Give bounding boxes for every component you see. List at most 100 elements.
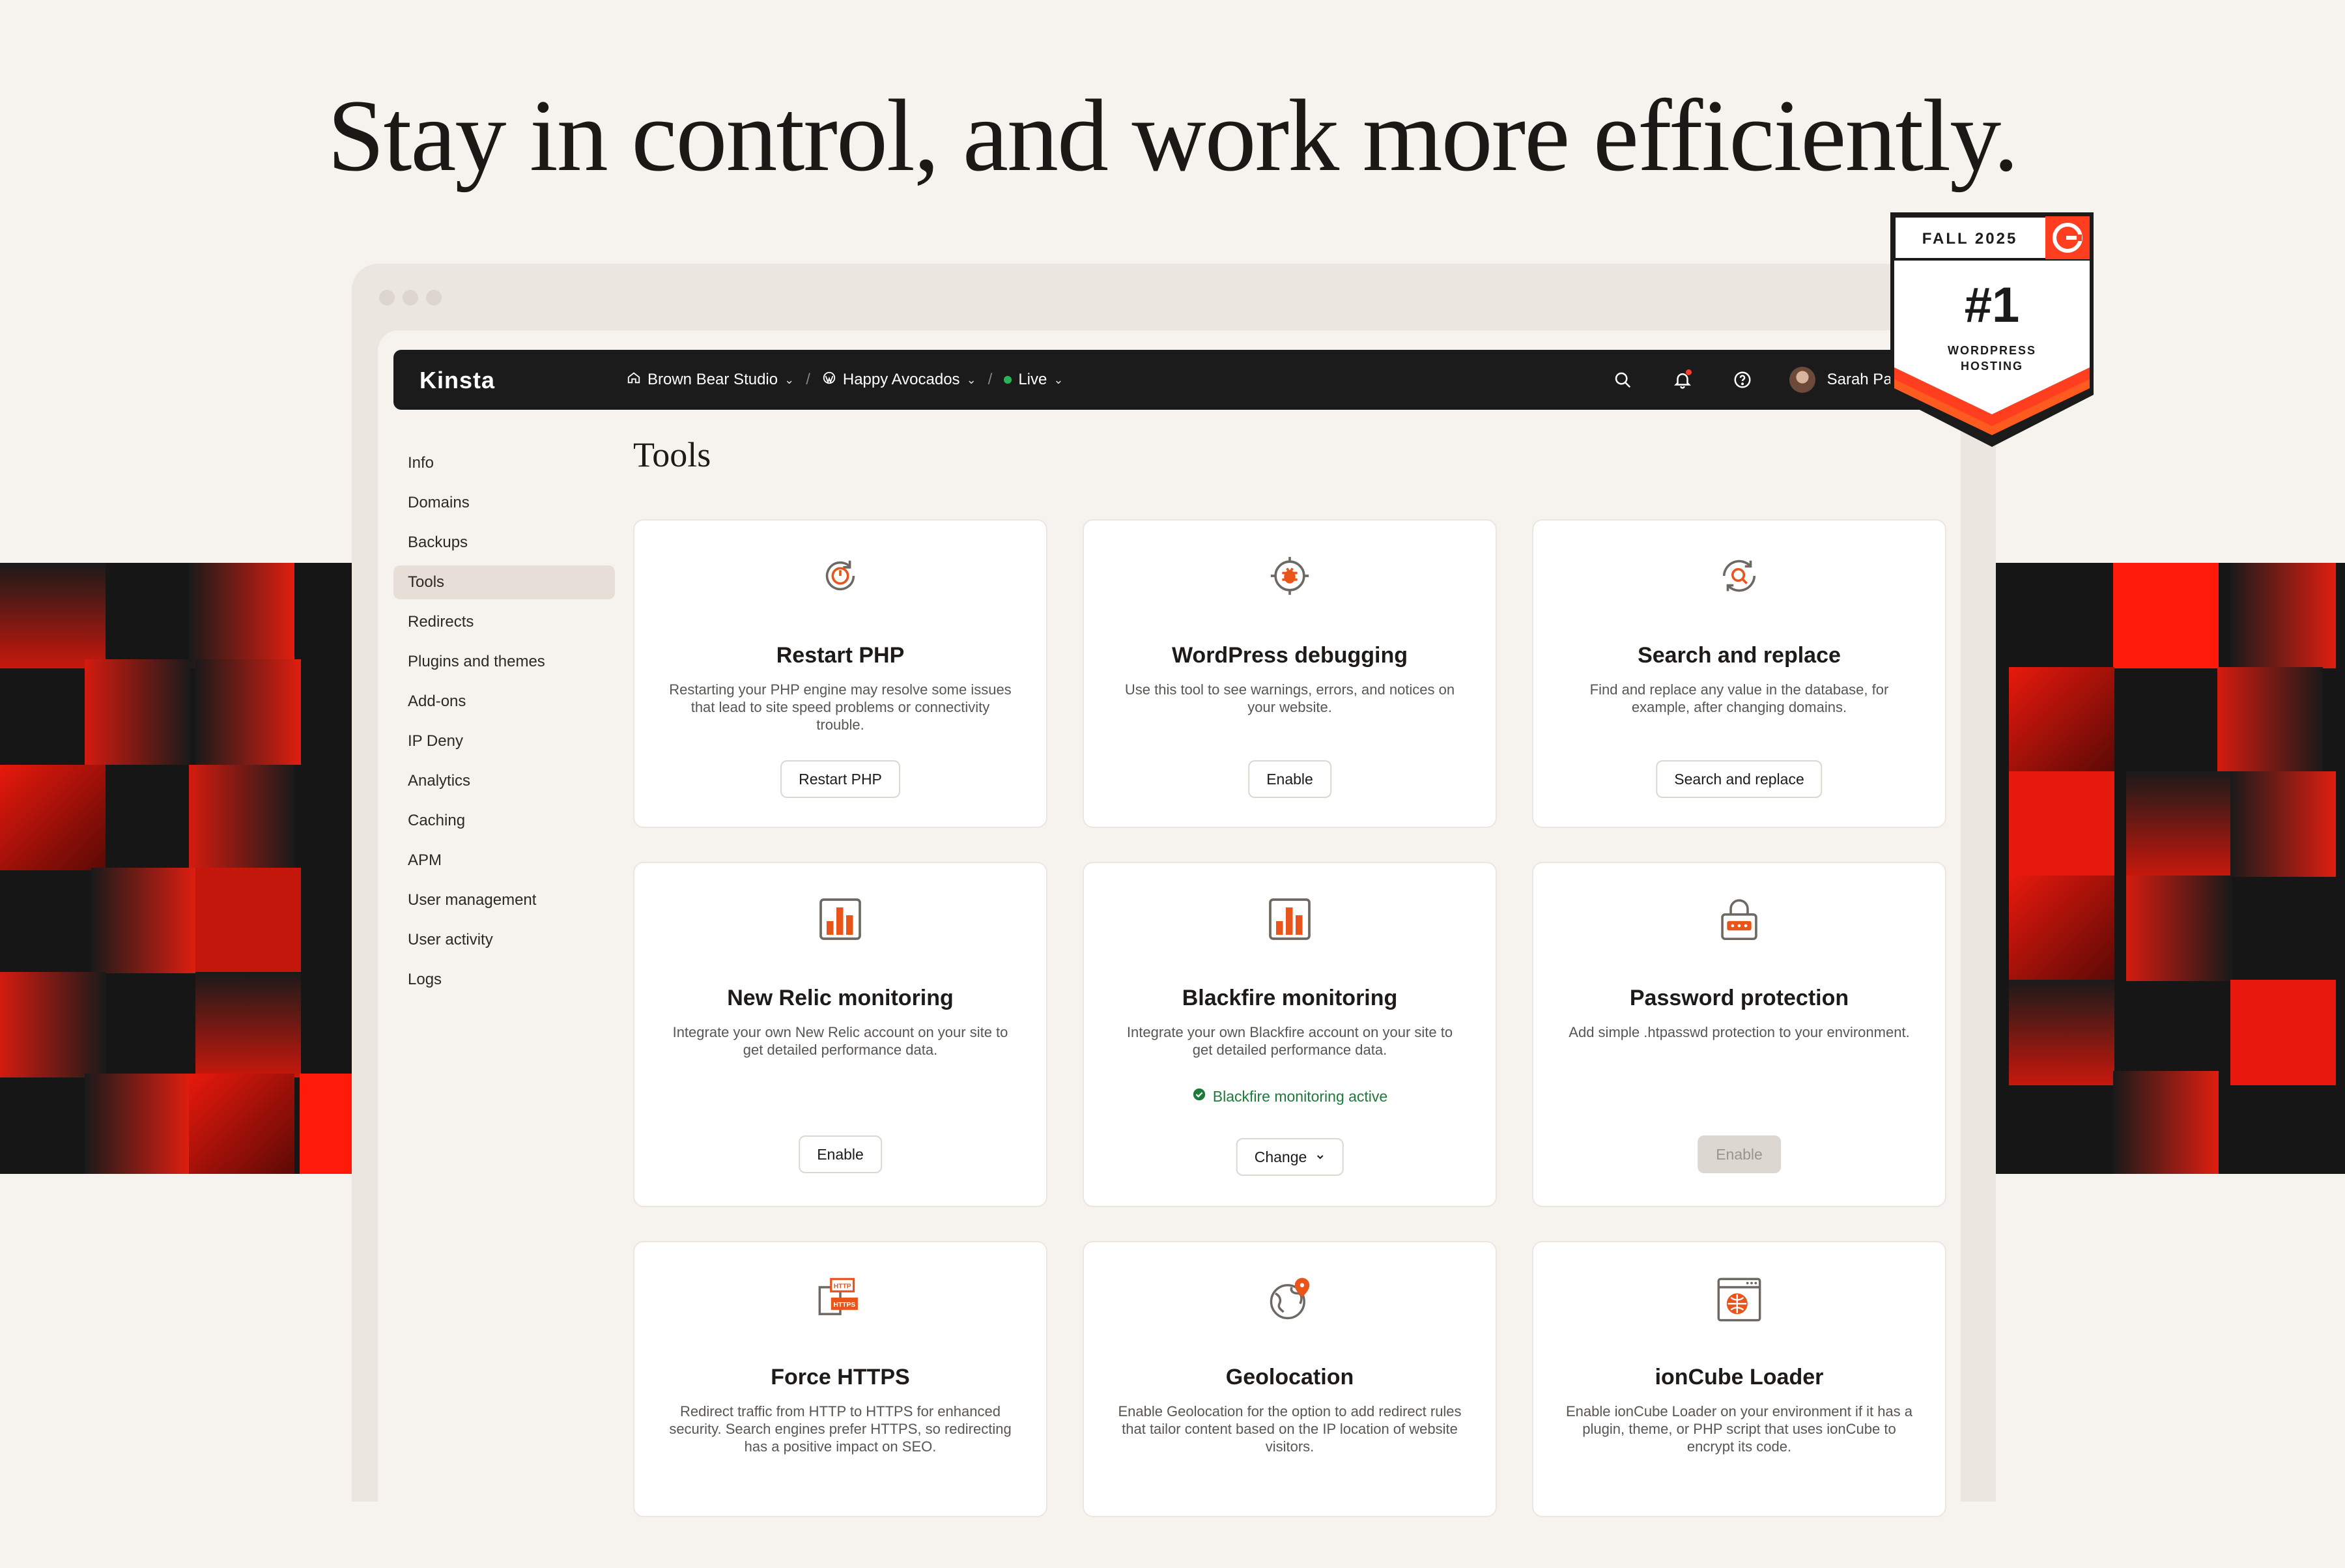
decorative-band-left	[0, 563, 352, 1174]
enable-new-relic-button[interactable]: Enable	[799, 1135, 882, 1173]
sidebar-item-redirects[interactable]: Redirects	[393, 605, 615, 639]
http-label: HTTP	[834, 1283, 851, 1290]
breadcrumb-separator: /	[806, 371, 810, 388]
enable-password-protection-button[interactable]: Enable	[1698, 1135, 1781, 1173]
restart-php-button[interactable]: Restart PHP	[780, 760, 900, 798]
status-badge: Blackfire monitoring active	[1084, 1087, 1496, 1105]
sidebar-item-user-activity[interactable]: User activity	[393, 923, 615, 957]
page-title: Tools	[633, 435, 711, 474]
card-title: ionCube Loader	[1655, 1365, 1824, 1390]
tool-card-geolocation: Geolocation Enable Geolocation for the o…	[1083, 1241, 1497, 1517]
restart-icon	[634, 553, 1046, 599]
card-description: Use this tool to see warnings, errors, a…	[1124, 681, 1455, 715]
ioncube-icon	[1533, 1275, 1945, 1324]
tool-card-restart-php: Restart PHP Restarting your PHP engine m…	[633, 519, 1047, 828]
https-label: HTTPS	[833, 1302, 855, 1309]
chevron-down-icon: ⌄	[1053, 373, 1064, 386]
breadcrumb-label: Live	[1018, 371, 1047, 388]
check-circle-icon	[1192, 1087, 1206, 1105]
card-title: Geolocation	[1225, 1365, 1354, 1390]
search-replace-icon	[1533, 553, 1945, 599]
tool-card-force-https: HTTP HTTPS Force HTTPS Redirect traffic …	[633, 1241, 1047, 1517]
sidebar-item-analytics[interactable]: Analytics	[393, 764, 615, 798]
tool-card-blackfire-monitoring: Blackfire monitoring Integrate your own …	[1083, 862, 1497, 1207]
kinsta-logo[interactable]: Kinsta	[419, 367, 495, 394]
chevron-down-icon: ⌄	[784, 373, 795, 386]
badge-season: FALL 2025	[1922, 230, 2018, 248]
window-dot	[379, 290, 395, 306]
breadcrumb-site[interactable]: Happy Avocados ⌄	[822, 371, 976, 390]
sidebar-item-info[interactable]: Info	[393, 446, 615, 480]
card-description: Find and replace any value in the databa…	[1589, 681, 1889, 715]
sidebar-item-logs[interactable]: Logs	[393, 963, 615, 997]
card-description: Integrate your own New Relic account on …	[672, 1024, 1008, 1058]
wordpress-icon	[822, 371, 836, 390]
chevron-down-icon: ⌄	[966, 373, 976, 386]
card-title: Blackfire monitoring	[1182, 986, 1398, 1010]
sidebar-item-backups[interactable]: Backups	[393, 526, 615, 560]
card-description: Redirect traffic from HTTP to HTTPS for …	[669, 1403, 1012, 1455]
breadcrumb-company[interactable]: Brown Bear Studio ⌄	[627, 371, 794, 390]
hero-title: Stay in control, and work more efficient…	[327, 79, 2019, 193]
bell-icon[interactable]	[1670, 367, 1696, 393]
avatar	[1789, 367, 1815, 393]
g2-award-badge: FALL 2025 #1 WORDPRESS HOSTING	[1889, 211, 2095, 448]
tool-card-new-relic-monitoring: New Relic monitoring Integrate your own …	[633, 862, 1047, 1207]
enable-debugging-button[interactable]: Enable	[1248, 760, 1331, 798]
sidebar-item-ip-deny[interactable]: IP Deny	[393, 724, 615, 758]
decorative-band-right	[1996, 563, 2345, 1174]
card-title: New Relic monitoring	[727, 986, 954, 1010]
sidebar-item-caching[interactable]: Caching	[393, 804, 615, 838]
window-dot	[403, 290, 418, 306]
breadcrumb-separator: /	[988, 371, 993, 388]
chart-icon	[634, 896, 1046, 943]
card-title: Password protection	[1629, 986, 1849, 1010]
badge-line2: HOSTING	[1961, 360, 2023, 373]
globe-icon	[1084, 1275, 1496, 1324]
chart-icon	[1084, 896, 1496, 943]
breadcrumb-label: Happy Avocados	[842, 371, 960, 388]
button-label: Change	[1254, 1148, 1307, 1165]
breadcrumb: Brown Bear Studio ⌄ / Happy Avocados ⌄ /…	[627, 350, 1063, 410]
tool-card-search-and-replace: Search and replace Find and replace any …	[1532, 519, 1946, 828]
status-text: Blackfire monitoring active	[1212, 1087, 1388, 1105]
card-description: Restarting your PHP engine may resolve s…	[669, 681, 1012, 733]
home-icon	[627, 371, 641, 390]
notification-dot	[1685, 369, 1692, 375]
tool-card-ioncube-loader: ionCube Loader Enable ionCube Loader on …	[1532, 1241, 1946, 1517]
card-description: Enable Geolocation for the option to add…	[1118, 1403, 1462, 1455]
card-description: Enable ionCube Loader on your environmen…	[1566, 1403, 1913, 1455]
status-dot	[1004, 376, 1012, 384]
breadcrumb-label: Brown Bear Studio	[647, 371, 778, 388]
card-title: Restart PHP	[776, 643, 905, 668]
window-controls	[379, 290, 442, 306]
tool-card-password-protection: Password protection Add simple .htpasswd…	[1532, 862, 1946, 1207]
sidebar-item-apm[interactable]: APM	[393, 844, 615, 877]
window-dot	[426, 290, 442, 306]
tool-card-wordpress-debugging: WordPress debugging Use this tool to see…	[1083, 519, 1497, 828]
badge-rank: #1	[1965, 278, 2020, 333]
search-and-replace-button[interactable]: Search and replace	[1656, 760, 1823, 798]
change-blackfire-dropdown[interactable]: Change	[1236, 1138, 1344, 1176]
card-title: Force HTTPS	[771, 1365, 910, 1390]
sidebar-item-plugins-and-themes[interactable]: Plugins and themes	[393, 645, 615, 679]
lock-icon	[1533, 896, 1945, 943]
chevron-down-icon	[1315, 1148, 1325, 1166]
card-description: Integrate your own Blackfire account on …	[1126, 1024, 1453, 1058]
breadcrumb-environment[interactable]: Live ⌄	[1004, 371, 1063, 389]
help-icon[interactable]	[1729, 367, 1755, 393]
top-navigation-bar: Kinsta Brown Bear Studio ⌄ / Happy Avoca…	[393, 350, 1945, 410]
card-title: WordPress debugging	[1171, 643, 1408, 668]
sidebar-item-add-ons[interactable]: Add-ons	[393, 685, 615, 719]
search-icon[interactable]	[1610, 367, 1636, 393]
browser-window: Kinsta Brown Bear Studio ⌄ / Happy Avoca…	[352, 264, 1996, 1568]
sidebar-item-domains[interactable]: Domains	[393, 486, 615, 520]
badge-line1: WORDPRESS	[1948, 344, 2036, 357]
app-frame: Kinsta Brown Bear Studio ⌄ / Happy Avoca…	[378, 330, 1961, 1568]
card-description: Add simple .htpasswd protection to your …	[1569, 1024, 1910, 1040]
card-title: Search and replace	[1638, 643, 1841, 668]
sidebar-item-tools[interactable]: Tools	[393, 565, 615, 599]
sidebar-item-user-management[interactable]: User management	[393, 883, 615, 917]
bug-icon	[1084, 553, 1496, 599]
sidebar: Info Domains Backups Tools Redirects Plu…	[393, 446, 615, 1003]
